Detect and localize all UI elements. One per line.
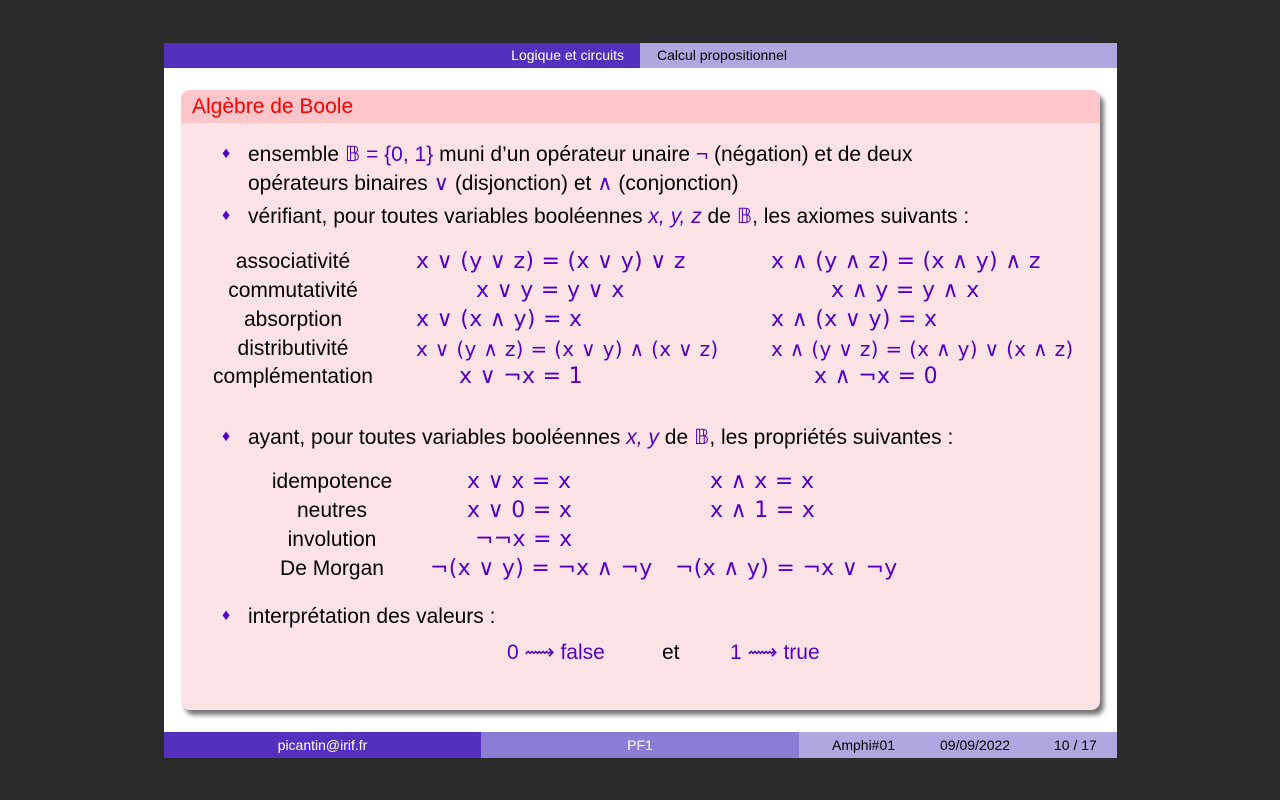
property-name: involution [287,528,377,551]
footer-session: Amphi#01 [832,737,896,753]
bullet-text: ensemble 𝔹 = {0, 1} muni d’un opérateur … [248,143,913,166]
diamond-bullet-icon: ♦ [222,428,231,445]
bullet-text: vérifiant, pour toutes variables booléen… [248,205,970,228]
footer-date: 09/09/2022 [940,737,1011,753]
property-formula-left: x ∨ 0 = x [467,498,573,523]
axiom-name: complémentation [213,365,373,388]
interpretation-one: 1 ⟿ true [730,641,820,664]
property-formula-right: x ∧ 1 = x [710,498,816,523]
axiom-formula-or: x ∨ (x ∧ y) = x [416,307,583,332]
axiom-name: absorption [243,308,343,331]
slide: Logique et circuits Calcul propositionne… [164,43,1117,758]
axiom-formula-and: x ∧ (y ∨ z) = (x ∧ y) ∨ (x ∧ z) [771,337,1074,361]
axiom-formula-and: x ∧ y = y ∧ x [831,278,980,303]
axiom-name: distributivité [237,337,349,360]
header-section[interactable]: Logique et circuits [164,43,640,68]
footer-author: picantin@irif.fr [164,732,481,758]
axiom-formula-or: x ∨ ¬x = 1 [459,364,583,389]
property-name: idempotence [271,470,393,493]
interpretation-et: et [662,641,680,664]
block-title: Algèbre de Boole [181,90,1100,123]
property-formula-right: ¬(x ∧ y) = ¬x ∨ ¬y [675,556,898,581]
bullet-text: interprétation des valeurs : [248,605,496,628]
axiom-formula-and: x ∧ ¬x = 0 [814,364,938,389]
property-formula-left: ¬(x ∨ y) = ¬x ∧ ¬y [430,556,653,581]
footer-course: PF1 [481,732,799,758]
property-formula-left: ¬¬x = x [475,527,573,552]
axiom-name: associativité [235,250,351,273]
axiom-name: commutativité [228,279,358,302]
property-name: De Morgan [280,557,384,580]
axiom-formula-or: x ∨ (y ∨ z) = (x ∨ y) ∨ z [416,249,686,274]
property-formula-right: x ∧ x = x [710,469,815,494]
property-formula-left: x ∨ x = x [467,469,572,494]
bullet-text: ayant, pour toutes variables booléennes … [248,426,954,449]
footer-page-number: 10 / 17 [1054,737,1097,753]
header-subsection[interactable]: Calcul propositionnel [640,43,1117,68]
axiom-formula-and: x ∧ (x ∨ y) = x [771,307,938,332]
property-name: neutres [296,499,368,522]
diamond-bullet-icon: ♦ [222,607,231,624]
footer-info: Amphi#01 09/09/2022 10 / 17 [799,732,1117,758]
axiom-formula-or: x ∨ (y ∧ z) = (x ∨ y) ∧ (x ∨ z) [416,337,719,361]
interpretation-zero: 0 ⟿ false [507,641,605,664]
diamond-bullet-icon: ♦ [222,145,231,162]
axiom-formula-and: x ∧ (y ∧ z) = (x ∧ y) ∧ z [771,249,1041,274]
diamond-bullet-icon: ♦ [222,207,231,224]
axiom-formula-or: x ∨ y = y ∨ x [476,278,625,303]
bullet-text: opérateurs binaires ∨ (disjonction) et ∧… [248,172,739,195]
